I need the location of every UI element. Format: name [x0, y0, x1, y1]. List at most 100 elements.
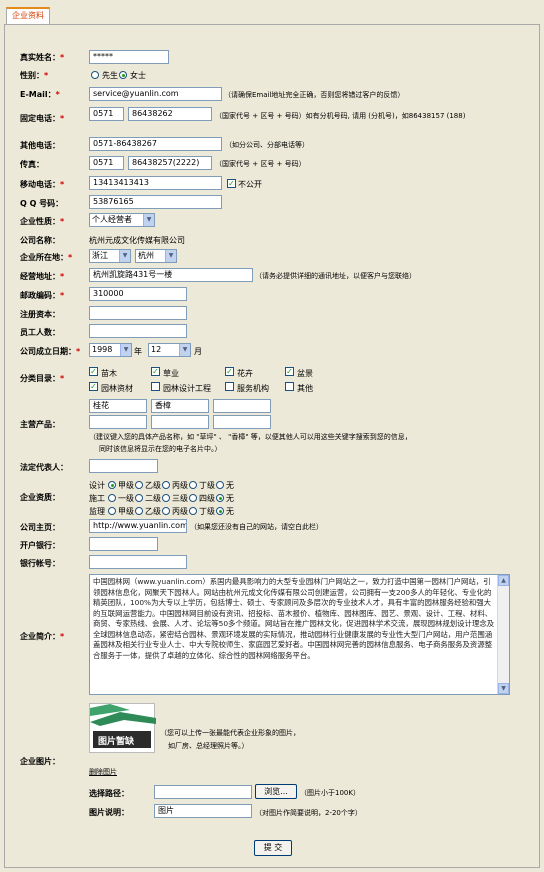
qualification-row-name: 施工	[89, 494, 105, 503]
mobile-private-checkbox[interactable]: ✓	[227, 179, 236, 188]
browse-button[interactable]: 浏览...	[255, 784, 297, 799]
category-label-3: 花卉	[237, 369, 253, 378]
category-label-5: 园林资材	[101, 384, 133, 393]
category-checkbox-8[interactable]	[285, 382, 294, 391]
qualification-radio[interactable]	[108, 481, 116, 489]
phone-number-input[interactable]: 86438262	[128, 107, 212, 121]
category-checkbox-7[interactable]	[225, 382, 234, 391]
mobile-label: 移动电话：*	[20, 180, 65, 189]
qualification-option-label: 一级	[118, 494, 134, 503]
homepage-hint: （如果您还没有自己的网站，请空白此栏）	[190, 523, 323, 531]
homepage-input[interactable]: http://www.yuanlin.com	[89, 519, 187, 533]
company-name-label: 公司名称：	[20, 236, 60, 245]
email-label: E-Mail：*	[20, 90, 60, 99]
real-name-input[interactable]: *****	[89, 50, 169, 64]
year-unit: 年	[134, 347, 142, 356]
product-input-6[interactable]	[213, 415, 271, 429]
mobile-input[interactable]: 13413413413	[89, 176, 222, 190]
qualification-radio[interactable]	[135, 507, 143, 515]
qualification-radio[interactable]	[216, 481, 224, 489]
homepage-label: 公司主页：	[20, 523, 60, 532]
other-phone-label: 其他电话：	[20, 141, 60, 150]
legal-rep-label: 法定代表人：	[20, 463, 68, 472]
category-checkbox-4[interactable]: ✓	[285, 367, 294, 376]
bank-input[interactable]	[89, 537, 158, 551]
category-checkbox-3[interactable]: ✓	[225, 367, 234, 376]
qualification-radio[interactable]	[108, 507, 116, 515]
pic-desc-hint: （对图片作简要说明，2-20个字）	[255, 809, 362, 817]
intro-scrollbar[interactable]: ▲ ▼	[497, 575, 509, 694]
category-checkbox-2[interactable]: ✓	[151, 367, 160, 376]
upload-path-input[interactable]	[154, 785, 252, 799]
location-label: 企业所在地：*	[20, 253, 73, 262]
category-label-4: 盆景	[297, 369, 313, 378]
products-hint-1: （建议键入您的具体产品名称，如 "草坪" 、 "香樟" 等，以便其他人可以用这些…	[89, 433, 412, 441]
account-input[interactable]	[89, 555, 187, 569]
qualification-option-label: 甲级	[118, 507, 134, 516]
product-input-5[interactable]	[151, 415, 209, 429]
qualification-radio[interactable]	[108, 494, 116, 502]
email-input[interactable]: service@yuanlin.com	[89, 87, 222, 101]
gender-male-radio[interactable]	[91, 71, 99, 79]
scroll-up-icon[interactable]: ▲	[498, 575, 509, 586]
qualification-radio[interactable]	[162, 481, 170, 489]
category-checkbox-1[interactable]: ✓	[89, 367, 98, 376]
gender-female-radio[interactable]	[119, 71, 127, 79]
scroll-down-icon[interactable]: ▼	[498, 683, 509, 694]
chevron-down-icon: ▼	[119, 250, 130, 262]
legal-rep-input[interactable]	[89, 459, 158, 473]
address-input[interactable]: 杭州凯旋路431号一楼	[89, 268, 253, 282]
qualification-radio[interactable]	[162, 494, 170, 502]
qualification-radio[interactable]	[135, 494, 143, 502]
qualification-option-label: 丙级	[172, 481, 188, 490]
qq-input[interactable]: 53876165	[89, 195, 222, 209]
real-name-label: 真实姓名：*	[20, 53, 65, 62]
delete-picture-link[interactable]: 删除图片	[89, 767, 117, 777]
intro-text: 中国园林网（www.yuanlin.com）系国内最具影响力的大型专业园林门户网…	[93, 577, 495, 660]
postcode-input[interactable]: 310000	[89, 287, 187, 301]
qualification-radio[interactable]	[189, 481, 197, 489]
fax-number-input[interactable]: 86438257(2222)	[128, 156, 212, 170]
product-input-2[interactable]: 香樟	[151, 399, 209, 413]
province-select[interactable]: 浙江 ▼	[89, 249, 131, 263]
company-type-select[interactable]: 个人经营者 ▼	[89, 213, 155, 227]
chevron-down-icon: ▼	[179, 344, 190, 356]
company-info-form: 真实姓名：* ***** 性别：* 先生 女士 E-Mail：* service…	[4, 24, 540, 868]
qualification-label: 企业资质：	[20, 493, 60, 502]
founded-month-select[interactable]: 12 ▼	[148, 343, 191, 357]
product-input-4[interactable]	[89, 415, 147, 429]
submit-button[interactable]: 提 交	[254, 840, 292, 856]
founded-year-select[interactable]: 1998 ▼	[89, 343, 132, 357]
staff-label: 员工人数：	[20, 328, 60, 337]
tab-company-info[interactable]: 企业资料	[6, 7, 50, 25]
category-label: 分类目录：*	[20, 374, 65, 383]
picture-hint-1: （您可以上传一张最能代表企业形象的图片，	[160, 729, 300, 737]
qualification-radio[interactable]	[216, 507, 224, 515]
qualification-radio[interactable]	[189, 494, 197, 502]
phone-area-input[interactable]: 0571	[89, 107, 124, 121]
qualification-option-label: 乙级	[145, 507, 161, 516]
category-checkbox-6[interactable]	[151, 382, 160, 391]
product-input-1[interactable]: 桂花	[89, 399, 147, 413]
city-select[interactable]: 杭州 ▼	[135, 249, 177, 263]
qualification-radio[interactable]	[162, 507, 170, 515]
category-checkbox-5[interactable]: ✓	[89, 382, 98, 391]
other-phone-input[interactable]: 0571-86438267	[89, 137, 222, 151]
bank-label: 开户银行：	[20, 541, 60, 550]
qualification-radio[interactable]	[189, 507, 197, 515]
qualification-radio[interactable]	[135, 481, 143, 489]
month-unit: 月	[194, 347, 202, 356]
company-picture: 图片暂缺	[89, 703, 156, 753]
gender-female-label: 女士	[130, 71, 146, 80]
products-hint-2: 同时该信息将显示在您的电子名片中。）	[99, 445, 222, 453]
staff-input[interactable]	[89, 324, 187, 338]
picture-hint-2: 如厂房、总经理照片等。）	[168, 742, 249, 750]
fax-area-input[interactable]: 0571	[89, 156, 124, 170]
intro-textarea[interactable]: 中国园林网（www.yuanlin.com）系国内最具影响力的大型专业园林门户网…	[89, 574, 510, 695]
qualification-option-label: 无	[226, 494, 234, 503]
category-label-7: 服务机构	[237, 384, 269, 393]
product-input-3[interactable]	[213, 399, 271, 413]
pic-desc-input[interactable]: 图片	[154, 804, 252, 818]
qualification-radio[interactable]	[216, 494, 224, 502]
capital-input[interactable]	[89, 306, 187, 320]
